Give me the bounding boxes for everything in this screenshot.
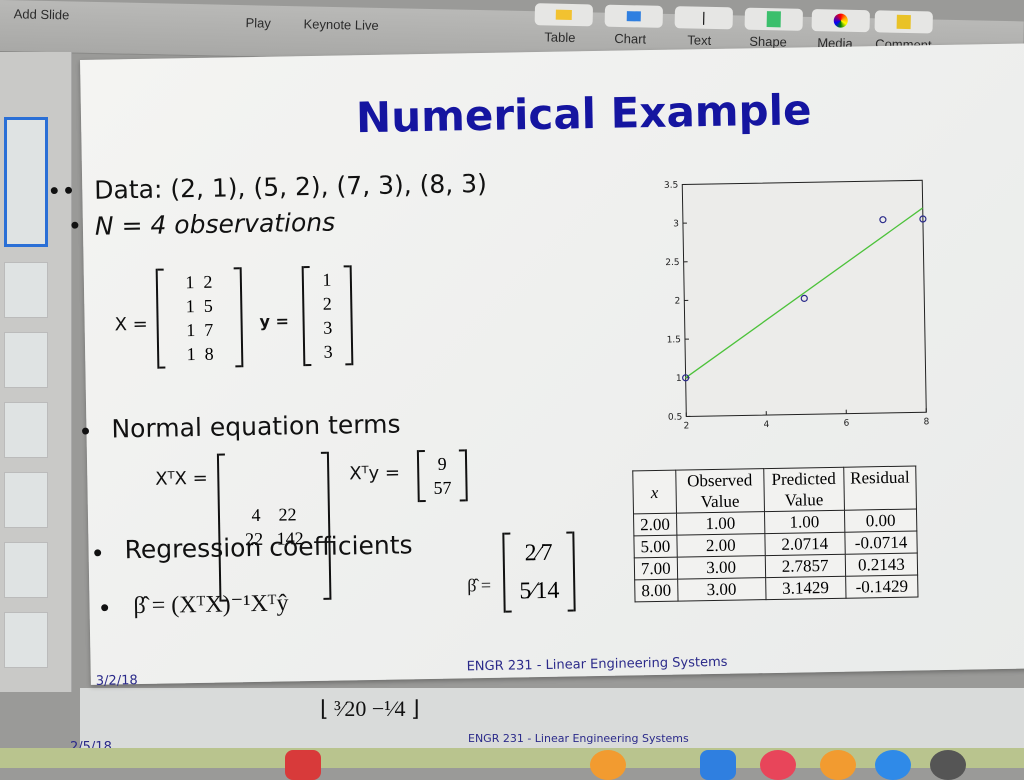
table-cell: 0.00 xyxy=(844,509,917,532)
slide-thumbnail[interactable] xyxy=(4,472,48,528)
y-vector: 1233 xyxy=(302,265,354,366)
column-header: x xyxy=(633,470,676,514)
plot-area xyxy=(682,180,926,416)
x-tick-label: 4 xyxy=(764,420,770,430)
bullet-icon: • xyxy=(78,418,93,446)
keynote-live-button[interactable]: Keynote Live xyxy=(303,16,378,33)
table-cell: 2.00 xyxy=(677,534,765,558)
bullet-icon: • xyxy=(68,212,83,240)
table-cell: 5.00 xyxy=(634,535,677,558)
y-tick-label: 3.5 xyxy=(664,181,679,191)
n-bullet: N = 4 observations xyxy=(95,208,336,241)
beta-vector: 2⁄75⁄14 xyxy=(502,531,575,612)
table-cell: 3.00 xyxy=(677,556,765,580)
table-cell: 3.00 xyxy=(677,578,765,602)
x-tick-label: 8 xyxy=(923,417,929,427)
table-cell: 3.1429 xyxy=(765,576,845,599)
y-tick-label: 2 xyxy=(674,297,680,307)
slide-navigator[interactable] xyxy=(0,52,72,692)
beta-label: β̂ = xyxy=(467,575,491,596)
fraction-text: ⌊ ³⁄20 −¹⁄4 ⌋ xyxy=(320,696,420,722)
table-header-row: x Observed Value Predicted Value Residua… xyxy=(633,466,917,514)
slide-canvas[interactable]: Numerical Example • • Data: (2, 1), (5, 2… xyxy=(80,43,1024,685)
slide-footer: ENGR 231 - Linear Engineering Systems xyxy=(467,655,728,675)
data-bullet: Data: (2, 1), (5, 2), (7, 3), (8, 3) xyxy=(94,169,487,205)
slide-thumbnail[interactable] xyxy=(4,262,48,318)
slide-date: 3/2/18 xyxy=(96,673,138,689)
app-store-icon[interactable] xyxy=(875,750,911,780)
photos-icon[interactable] xyxy=(590,750,626,780)
x-tick-label: 2 xyxy=(684,421,690,431)
table-cell: -0.1429 xyxy=(845,575,918,598)
residual-table: x Observed Value Predicted Value Residua… xyxy=(632,465,919,602)
slide-thumbnail[interactable] xyxy=(4,542,48,598)
bullet-icon: • xyxy=(90,540,105,568)
xty-label: Xᵀy = xyxy=(349,462,400,484)
y-tick-label: 3 xyxy=(673,219,679,229)
bullet-icon: • xyxy=(97,595,112,623)
column-header: Predicted Value xyxy=(763,467,844,511)
table-icon[interactable] xyxy=(535,3,593,26)
table-cell: 7.00 xyxy=(634,557,677,580)
slide-thumbnail[interactable] xyxy=(4,612,48,668)
slide-thumbnail-selected[interactable] xyxy=(4,117,48,247)
table-cell: 2.7857 xyxy=(765,554,845,577)
x-tick-label: 6 xyxy=(844,419,850,429)
table-cell: 1.00 xyxy=(676,512,764,536)
y-tick-label: 1 xyxy=(676,374,682,384)
books-icon[interactable] xyxy=(820,750,856,780)
table-cell: 2.00 xyxy=(634,513,677,536)
xty-vector: 957 xyxy=(417,449,468,502)
table-row: 8.003.003.1429-0.1429 xyxy=(635,575,919,602)
table-button[interactable]: Table xyxy=(544,29,575,45)
slide-footer: ENGR 231 - Linear Engineering Systems xyxy=(468,732,689,745)
table-cell: -0.0714 xyxy=(845,531,918,554)
normal-equation-bullet: Normal equation terms xyxy=(111,409,401,443)
dock-app-icon[interactable] xyxy=(700,750,736,780)
y-tick-label: 2.5 xyxy=(665,258,680,268)
music-icon[interactable] xyxy=(760,750,796,780)
text-icon[interactable]: | xyxy=(675,6,733,29)
table-cell: 8.00 xyxy=(635,579,678,602)
y-vector-label: y = xyxy=(259,311,289,331)
regression-bullet: Regression coefficients xyxy=(124,530,412,564)
xtx-label: XᵀX = xyxy=(155,468,208,490)
settings-icon[interactable] xyxy=(930,750,966,780)
y-tick-label: 1.5 xyxy=(667,335,682,345)
play-button[interactable]: Play xyxy=(245,15,271,31)
xtx-matrix: 4 2222 142 xyxy=(217,452,332,602)
chart-icon[interactable] xyxy=(605,5,663,28)
beta-formula: β̂ = (XᵀX)⁻¹Xᵀŷ xyxy=(133,588,288,620)
x-matrix: 1 21 51 71 8 xyxy=(156,267,244,368)
slide-title: Numerical Example xyxy=(356,85,812,142)
scatter-chart: 2 4 6 8 0.5 1 1.5 2 2.5 3 3.5 xyxy=(642,170,946,435)
shape-icon[interactable] xyxy=(745,8,803,31)
comment-icon[interactable] xyxy=(875,10,933,33)
column-header: Observed Value xyxy=(675,469,764,514)
add-slide-button[interactable]: Add Slide xyxy=(14,6,70,22)
table-cell: 1.00 xyxy=(764,510,844,533)
y-tick-label: 0.5 xyxy=(668,413,683,423)
slide-thumbnail[interactable] xyxy=(4,332,48,388)
table-cell: 0.2143 xyxy=(845,553,918,576)
column-header: Residual xyxy=(843,466,916,510)
slide-thumbnail[interactable] xyxy=(4,402,48,458)
dock xyxy=(0,748,1024,768)
x-matrix-label: X = xyxy=(114,314,148,336)
text-button[interactable]: Text xyxy=(687,32,711,47)
bullet-icon: •• xyxy=(47,177,76,205)
media-icon[interactable] xyxy=(812,9,870,32)
chart-button[interactable]: Chart xyxy=(614,31,646,47)
dock-app-icon[interactable] xyxy=(285,750,321,780)
table-cell: 2.0714 xyxy=(765,532,845,555)
